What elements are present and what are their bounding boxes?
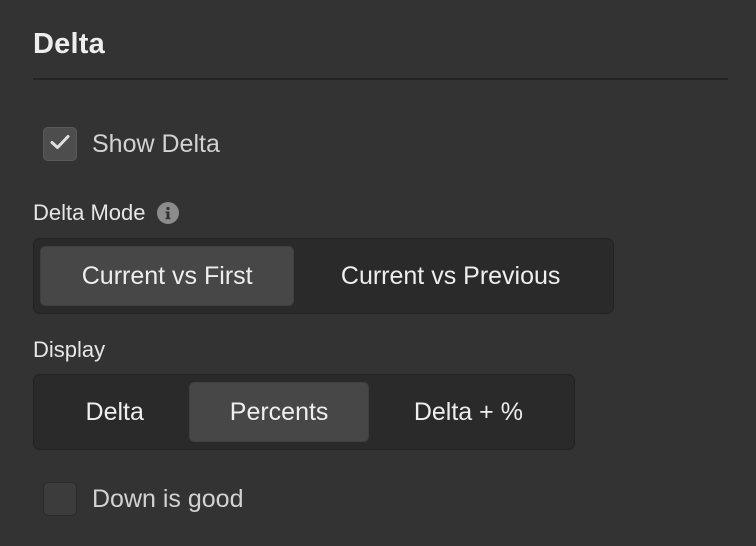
down-is-good-checkbox-row[interactable]: Down is good [43,482,243,516]
delta-settings-panel: Delta Show Delta Delta Mode Current vs F… [0,0,756,546]
display-option-delta-plus-percent[interactable]: Delta + % [369,382,568,442]
delta-mode-segmented-control: Current vs First Current vs Previous [33,238,614,314]
delta-mode-option-current-vs-first[interactable]: Current vs First [40,246,295,306]
down-is-good-checkbox[interactable] [43,482,77,516]
checkmark-icon [50,134,70,155]
display-label-row: Display [33,337,105,363]
section-divider [33,78,728,80]
info-icon[interactable] [156,202,179,224]
section-title: Delta [33,28,105,60]
display-segmented-control: Delta Percents Delta + % [33,374,575,450]
delta-mode-label: Delta Mode [33,200,146,225]
delta-mode-option-current-vs-previous[interactable]: Current vs Previous [294,246,607,306]
display-label: Display [33,337,106,362]
show-delta-checkbox[interactable] [43,127,77,161]
delta-mode-label-row: Delta Mode [33,200,179,226]
display-option-delta[interactable]: Delta [40,382,189,442]
display-option-percents[interactable]: Percents [189,382,369,442]
down-is-good-label: Down is good [92,484,244,513]
show-delta-label: Show Delta [92,129,220,158]
show-delta-checkbox-row[interactable]: Show Delta [43,127,220,161]
